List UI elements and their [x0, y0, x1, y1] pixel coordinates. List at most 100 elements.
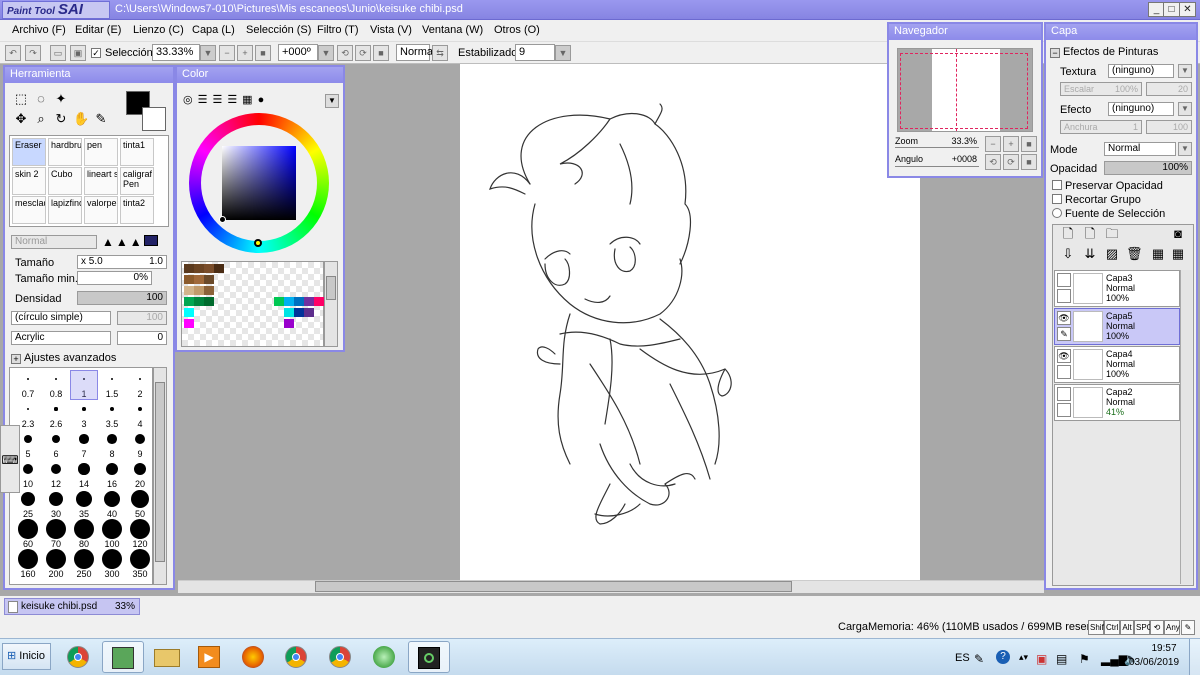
color-swatch[interactable] [184, 319, 194, 328]
brush-size-dot[interactable] [51, 434, 61, 444]
close-button[interactable]: ✕ [1179, 2, 1196, 17]
color-swatch[interactable] [184, 308, 194, 317]
brush-size-dot[interactable] [137, 406, 143, 412]
menu-vista[interactable]: Vista (V) [370, 24, 412, 36]
brush-size-dot[interactable] [79, 434, 89, 444]
tray-expand-icon[interactable]: ▴▾ [1019, 652, 1028, 663]
hue-marker[interactable] [254, 239, 262, 247]
color-swatch[interactable] [294, 308, 304, 317]
brush-size-dot[interactable] [111, 378, 113, 380]
brush-size-dot[interactable] [109, 406, 115, 412]
brush-size-dot[interactable] [27, 378, 29, 380]
color-swatch[interactable] [194, 297, 204, 306]
chrome-icon[interactable] [58, 641, 100, 673]
layer-mode-select[interactable]: Normal [1104, 142, 1176, 156]
brush-size-dot[interactable] [107, 434, 117, 444]
tool-caligraf[interactable]: caligraf Pen [120, 167, 154, 195]
brush-size-dot[interactable] [135, 434, 145, 444]
brush-size-dot[interactable] [130, 549, 150, 569]
angle-field[interactable]: +000º [278, 44, 318, 61]
language-indicator[interactable]: ES [955, 652, 970, 664]
zoom-in-icon[interactable]: + [237, 45, 253, 61]
lock-toggle[interactable] [1057, 365, 1071, 379]
lock-toggle[interactable] [1057, 289, 1071, 303]
flip-icon[interactable]: ⇆ [432, 45, 448, 61]
start-button[interactable]: ⊞ Inicio [2, 643, 51, 670]
layer-mode-dropdown-icon[interactable]: ▼ [1178, 142, 1192, 156]
brush-size-dot[interactable] [130, 489, 150, 509]
min-size-field[interactable]: 0% [77, 271, 152, 285]
brush-icon[interactable]: ✎ [1057, 327, 1071, 341]
redo-icon[interactable]: ↷ [25, 45, 41, 61]
zoom-dropdown-icon[interactable]: ▼ [200, 45, 216, 61]
brush-size-dot[interactable] [18, 549, 38, 569]
help-icon[interactable]: ? [996, 650, 1010, 664]
delete-layer-icon[interactable]: 🗑 [1126, 246, 1143, 262]
tool-pen[interactable]: pen [84, 138, 118, 166]
layer-row[interactable]: 👁 Capa4 Normal 100% [1054, 346, 1180, 383]
maximize-button[interactable]: □ [1163, 2, 1180, 17]
secondary-color-swatch[interactable] [142, 107, 166, 131]
brush-size-dot[interactable] [82, 407, 86, 411]
keyboard-icon[interactable]: ⌨ [0, 425, 20, 493]
rotate-reset-icon[interactable]: ■ [373, 45, 389, 61]
brush-texture-select[interactable]: Acrylic [11, 331, 111, 345]
layer-option-icon[interactable]: ▦ [1150, 246, 1166, 262]
layer-row[interactable]: Capa2 Normal 41% [1054, 384, 1180, 421]
brush-size-dot[interactable] [138, 377, 142, 381]
brush-size-dot[interactable] [23, 434, 33, 444]
nav-zoom-reset-icon[interactable]: ■ [1021, 136, 1037, 152]
color-swatch[interactable] [184, 297, 194, 306]
new-linework-layer-icon[interactable]: 🗋 [1082, 226, 1098, 242]
brush-size-dot[interactable] [74, 519, 94, 539]
color-swatch[interactable] [314, 297, 324, 306]
brush-size-dot[interactable] [46, 549, 66, 569]
color-swatch[interactable] [284, 308, 294, 317]
invert-selection-icon[interactable]: ▣ [70, 45, 86, 61]
brush-size-dot[interactable] [55, 378, 57, 380]
brush-edge-icons[interactable]: ▲▲▲ [102, 235, 158, 249]
rotate-tool-icon[interactable]: ↻ [53, 111, 69, 127]
layer-option2-icon[interactable]: ▦ [1170, 246, 1186, 262]
tool-blend-mode[interactable]: Normal [11, 235, 97, 249]
color-swatch[interactable] [284, 297, 294, 306]
network-globe-icon[interactable] [364, 641, 406, 673]
eye-icon[interactable]: 👁 [1057, 349, 1071, 363]
merge-down-icon[interactable]: ⇊ [1082, 246, 1098, 262]
brush-size-dot[interactable] [22, 463, 34, 475]
tool-lineart[interactable]: lineart s [84, 167, 118, 195]
layer-mask-icon[interactable]: ◙ [1170, 226, 1186, 242]
brush-size-dot[interactable] [74, 549, 94, 569]
rotate-right-icon[interactable]: ⟳ [355, 45, 371, 61]
paint-tool-sai-taskbar-icon[interactable] [102, 641, 144, 673]
document-tab[interactable]: keisuke chibi.psd 33% [4, 598, 140, 615]
brush-size-grid[interactable]: 0.7 0.8 1 1.5 2 2.3 2.6 3 3.5 4 5 6 7 8 9 10 12 14 16 20 25 3… [9, 367, 153, 585]
tool-eraser[interactable]: Eraser [12, 138, 46, 166]
color-swatch[interactable] [194, 275, 204, 284]
eyedropper-icon[interactable]: ✎ [93, 111, 109, 127]
magic-wand-icon[interactable]: ✦ [53, 91, 69, 107]
tray-app-icon[interactable]: ▣ [1036, 652, 1047, 666]
nav-zoom-slider[interactable] [895, 147, 979, 148]
brush-size-dot[interactable] [78, 463, 90, 475]
nav-rotate-reset-icon[interactable]: ■ [1021, 154, 1037, 170]
color-swatch[interactable] [194, 286, 204, 295]
color-swatch[interactable] [294, 297, 304, 306]
lock-toggle[interactable] [1057, 403, 1071, 417]
rect-select-icon[interactable]: ⬚ [13, 91, 29, 107]
rotate-left-icon[interactable]: ⟲ [337, 45, 353, 61]
menu-seleccion[interactable]: Selección (S) [246, 24, 311, 36]
brush-size-dot[interactable] [46, 519, 66, 539]
tool-tinta1[interactable]: tinta1 [120, 138, 154, 166]
nav-zoom-in-icon[interactable]: + [1003, 136, 1019, 152]
firefox-icon[interactable] [233, 641, 275, 673]
advanced-settings-toggle[interactable]: + Ajustes avanzados [11, 352, 116, 364]
brush-shape-select[interactable]: (círculo simple) [11, 311, 111, 325]
brush-size-dot[interactable] [106, 463, 118, 475]
brush-size-dot[interactable] [50, 463, 62, 475]
undo-icon[interactable]: ↶ [5, 45, 21, 61]
swatch-grid[interactable] [181, 261, 324, 347]
visibility-toggle[interactable] [1057, 273, 1071, 287]
brush-size-dot[interactable] [103, 490, 121, 508]
menu-capa[interactable]: Capa (L) [192, 24, 235, 36]
